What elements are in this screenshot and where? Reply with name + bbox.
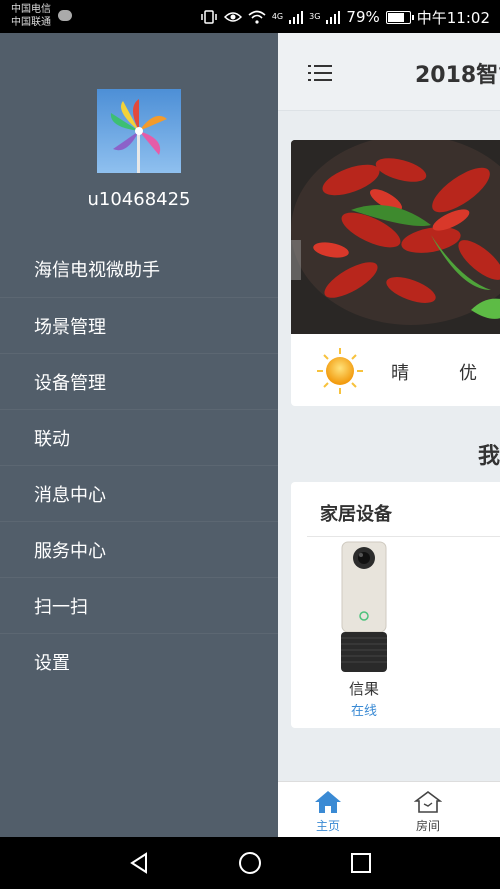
devices-title: 家居设备 — [320, 504, 392, 525]
vibrate-icon — [201, 10, 217, 24]
menu-item-label: 设备管理 — [34, 372, 106, 394]
menu-item-scan[interactable]: 扫一扫 — [0, 577, 278, 633]
battery-percent: 79% — [346, 8, 380, 26]
menu-item-device-management[interactable]: 设备管理 — [0, 353, 278, 409]
menu-item-message-center[interactable]: 消息中心 — [0, 465, 278, 521]
system-nav-bar — [0, 837, 500, 889]
tab-label: 房间 — [415, 819, 440, 833]
status-bar: 中国电信 中国联通 4G 3G 79% 中午11:02 — [0, 0, 500, 33]
menu-item-service-center[interactable]: 服务中心 — [0, 521, 278, 577]
sun-icon — [317, 348, 363, 394]
menu-item-label: 服务中心 — [34, 540, 106, 562]
air-quality: 优 — [459, 363, 477, 384]
clock: 中午11:02 — [416, 8, 490, 27]
signal-icon-1 — [289, 11, 304, 24]
menu-item-linkage[interactable]: 联动 — [0, 409, 278, 465]
menu-item-label: 海信电视微助手 — [34, 260, 160, 281]
home-icon — [315, 791, 341, 813]
carrier-2: 中国联通 — [11, 17, 51, 28]
battery-icon — [385, 10, 414, 24]
camera-icon — [341, 541, 387, 672]
network-type-1: 4G — [271, 12, 284, 21]
message-icon — [58, 10, 72, 21]
menu-item-label: 设置 — [34, 652, 70, 674]
network-type-2: 3G — [309, 12, 321, 21]
avatar[interactable] — [97, 89, 181, 173]
weather-condition: 晴 — [391, 363, 409, 384]
banner-image — [291, 140, 500, 334]
tab-room[interactable]: 房间 — [388, 782, 468, 837]
main-content: 2018智能 — [278, 33, 500, 837]
navigation-drawer: u10468425 海信电视微助手 场景管理 设备管理 联动 消息中心 服务中心… — [0, 33, 278, 837]
menu-item-label: 扫一扫 — [34, 596, 88, 618]
tab-label: 主页 — [315, 819, 340, 833]
device-status: 在线 — [350, 704, 377, 719]
menu-item-label: 场景管理 — [34, 316, 106, 338]
username: u10468425 — [87, 189, 191, 210]
home-devices-card: 家居设备 信果 在线 — [291, 482, 500, 728]
crayfish-image — [291, 140, 500, 334]
drawer-menu: 海信电视微助手 场景管理 设备管理 联动 消息中心 服务中心 扫一扫 设置 — [0, 241, 278, 689]
menu-item-label: 消息中心 — [34, 484, 106, 506]
menu-item-label: 联动 — [34, 428, 70, 450]
home-button-icon[interactable] — [238, 851, 262, 875]
eye-icon — [223, 12, 242, 22]
pinwheel-icon — [110, 99, 167, 173]
section-heading: 我 — [478, 444, 500, 469]
menu-item-scene-management[interactable]: 场景管理 — [0, 297, 278, 353]
menu-item-settings[interactable]: 设置 — [0, 633, 278, 689]
menu-item-tv-assistant[interactable]: 海信电视微助手 — [0, 241, 278, 297]
banner-card[interactable]: 晴 优 — [291, 140, 500, 406]
page-title: 2018智能 — [415, 63, 500, 88]
recents-icon[interactable] — [349, 851, 373, 875]
carrier-info: 中国电信 中国联通 — [11, 3, 51, 29]
bottom-tab-bar: 主页 房间 — [278, 781, 500, 837]
battery-level — [387, 12, 404, 22]
divider — [307, 536, 500, 537]
hamburger-menu-icon[interactable] — [308, 63, 332, 83]
signal-icon-2 — [326, 11, 341, 24]
carrier-1: 中国电信 — [11, 4, 51, 15]
status-icons: 4G 3G 79% 中午11:02 — [200, 7, 490, 27]
tab-home[interactable]: 主页 — [288, 782, 368, 837]
device-item[interactable]: 信果 在线 — [324, 540, 404, 720]
wifi-icon — [248, 10, 266, 24]
app-header: 2018智能 — [278, 33, 500, 111]
room-icon — [414, 791, 442, 813]
weather-row: 晴 优 — [291, 334, 500, 406]
back-icon[interactable] — [127, 851, 151, 875]
device-name: 信果 — [348, 680, 379, 698]
